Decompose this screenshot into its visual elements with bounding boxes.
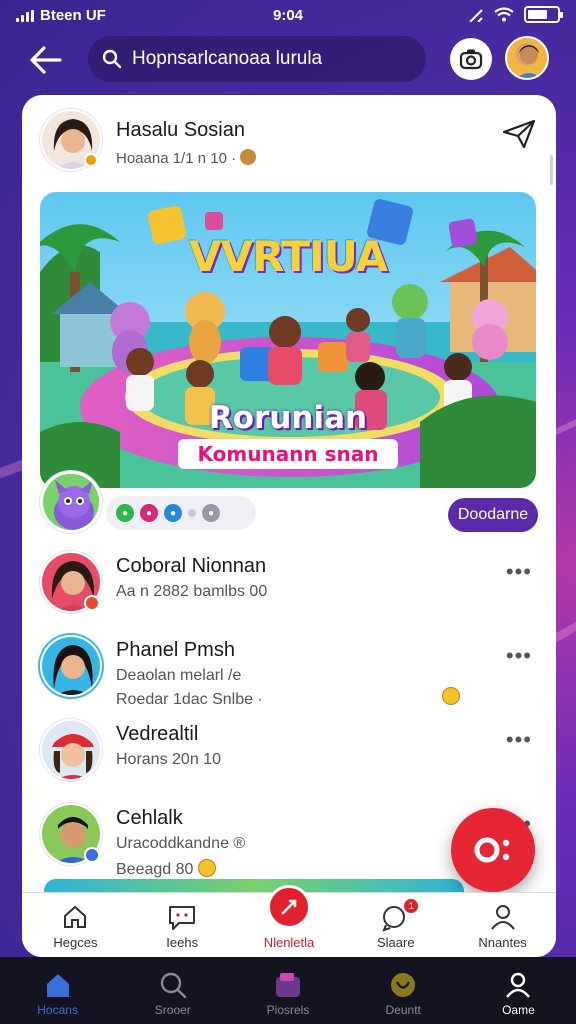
camera-button[interactable] [450,38,492,80]
comment-reaction-icon: ● [202,504,220,522]
notification-badge: 1 [404,899,419,913]
tab-search[interactable]: 1 Slaare [342,893,449,957]
online-badge [84,153,98,167]
list-item[interactable]: Coboral Nionnan Aa n 2882 bamlbs 00 ••• [40,545,538,629]
tab-chat[interactable]: Ieehs [129,893,236,957]
image-title: VVRTIUA [188,232,388,281]
nav-photos[interactable]: Piosrels [230,957,345,1024]
send-icon[interactable] [502,119,536,149]
top-bar [0,34,576,86]
image-subbanner: Komunann snan [178,439,398,469]
battery-icon [524,6,563,23]
wifi-icon [494,7,514,22]
account-icon [506,972,531,998]
more-reaction-icon [188,509,196,517]
comment-text: Horans 20n 10 [116,751,221,768]
badge-icon [391,973,416,997]
tab-profile[interactable]: Nnantes [449,893,556,957]
status-badge [84,847,100,863]
bottom-navigation: Hocans Srooer Piosrels Deuntt Oame [0,957,576,1024]
commenter-name: Cehlalk [116,807,183,829]
list-item[interactable]: Vedrealtil Horans 20n 10 ••• [40,713,538,797]
more-options-icon[interactable]: ••• [506,559,532,585]
reactions-pill[interactable]: ● ● ● ● [106,496,256,530]
profile-avatar[interactable] [505,36,549,80]
search-icon [160,972,186,999]
scroll-indicator[interactable] [550,155,553,185]
commenter-avatar[interactable] [40,635,102,697]
search-input[interactable] [132,48,402,70]
home-icon [46,974,69,997]
more-options-icon[interactable]: ••• [506,727,532,753]
back-arrow-icon[interactable] [26,42,66,78]
record-fab[interactable] [451,808,535,892]
search-icon [102,49,122,69]
post-meta: Hoaana 1/1 n 10 · [116,149,257,167]
search-bar[interactable] [88,36,426,82]
tab-home[interactable]: Hegces [22,893,129,957]
emoji-icon [197,859,216,877]
commenter-name: Vedrealtil [116,723,199,745]
more-options-icon[interactable]: ••• [506,643,532,669]
tab-bar: Hegces Ieehs Nlenletla 1 Slaare Nnantes [22,885,556,957]
photos-icon [276,973,300,997]
comment-text: Aa n 2882 bamlbs 00 [116,583,268,600]
reaction-row: ● ● ● ● Doodarne [40,471,538,535]
list-item[interactable]: Phanel Pmsh Deaolan melarl /e Roedar 1da… [40,629,538,713]
mascot-avatar[interactable] [40,471,102,533]
post-author-name[interactable]: Hasalu Sosian [116,119,245,142]
profile-icon [490,905,515,930]
commenter-name: Phanel Pmsh [116,639,235,661]
love-reaction-icon: ● [140,504,158,522]
comment-text-secondary: Beeagd 80 [116,859,216,879]
post-image[interactable]: VVRTIUA Rorunian Komunann snan [40,192,536,488]
home-outline-icon [64,905,87,928]
commenter-avatar[interactable] [40,719,102,781]
status-bar: Bteen UF 9:04 [0,0,576,32]
nav-home[interactable]: Hocans [0,957,115,1024]
post-action-button[interactable]: Doodarne [448,498,538,532]
post-header: Hasalu Sosian Hoaana 1/1 n 10 · [40,109,538,173]
chat-icon [169,906,196,930]
record-icon [474,837,510,863]
comment-text-secondary: Roedar 1dac Snlbe · [116,691,263,708]
comment-text: Uracoddkandne ® [116,835,246,852]
create-icon [266,885,311,929]
emoji-icon [442,687,460,705]
nav-search[interactable]: Srooer [115,957,230,1024]
next-post-preview [44,879,464,893]
comment-text: Deaolan melarl /e [116,667,242,684]
signal-strength-icon [469,8,483,22]
like-reaction-icon: ● [116,504,134,522]
nav-account[interactable]: Oame [461,957,576,1024]
emoji-icon [240,149,257,165]
commenter-name: Coboral Nionnan [116,555,267,577]
share-reaction-icon: ● [164,504,182,522]
status-badge [84,595,100,611]
tab-create[interactable]: Nlenletla [236,885,343,957]
camera-icon [459,49,483,70]
image-banner: Rorunian [208,400,368,436]
nav-badge[interactable]: Deuntt [346,957,461,1024]
